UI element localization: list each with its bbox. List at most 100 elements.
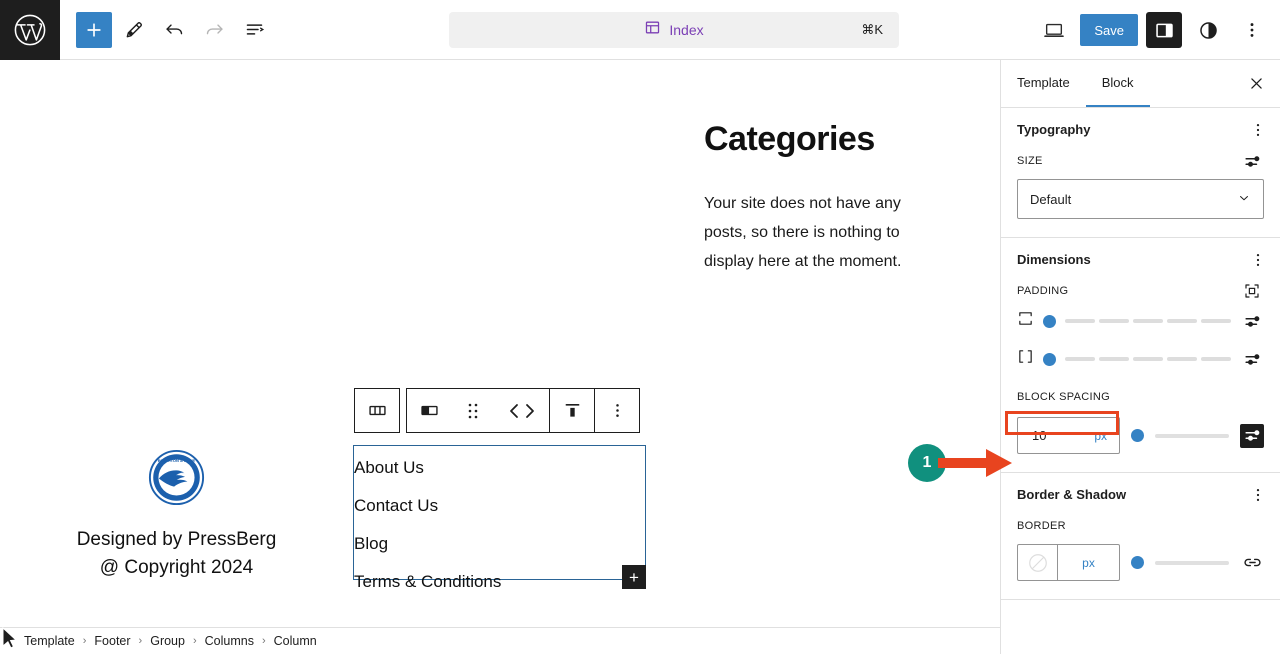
annotation-arrow-icon: [938, 448, 1013, 483]
document-title-bar[interactable]: Index ⌘K: [449, 12, 899, 48]
block-spacing-tools-icon[interactable]: [1240, 423, 1264, 448]
document-title: Index: [669, 22, 704, 38]
wordpress-site-editor: Index ⌘K Save Categories Your site does …: [0, 0, 1280, 654]
padding-label-row: PADDING: [1017, 281, 1264, 301]
editor-canvas: Categories Your site does not have any p…: [0, 60, 1000, 627]
sidebar-toggle-icon[interactable]: [1146, 12, 1182, 48]
border-unit[interactable]: px: [1058, 545, 1119, 580]
drag-dots-icon[interactable]: [451, 389, 495, 432]
settings-sidebar: Template Block Typography SIZE Default D…: [1000, 60, 1280, 654]
block-inserter-button[interactable]: [76, 11, 112, 48]
border-label: BORDER: [1017, 520, 1066, 532]
breadcrumb-item-footer[interactable]: Footer: [94, 634, 130, 648]
breadcrumb-separator: ›: [261, 635, 266, 647]
categories-heading: Categories: [704, 120, 875, 158]
block-spacing-label: BLOCK SPACING: [1017, 391, 1110, 403]
size-settings-sliders-icon[interactable]: [1240, 149, 1264, 173]
breadcrumb-item-template[interactable]: Template: [24, 634, 75, 648]
font-size-value: Default: [1030, 191, 1072, 207]
command-shortcut: ⌘K: [861, 22, 883, 37]
slider-segment: [1099, 319, 1129, 323]
footer-link-blog[interactable]: Blog: [354, 535, 388, 552]
editor-options-icon[interactable]: [1234, 12, 1270, 48]
padding-sides-icon[interactable]: [1240, 279, 1264, 303]
block-spacing-row: 10 px: [1017, 417, 1264, 454]
block-spacing-unit[interactable]: px: [1094, 429, 1107, 443]
padding-vertical-icon: [1017, 310, 1034, 332]
breadcrumb-item-column[interactable]: Column: [274, 634, 317, 648]
sidebar-tabs: Template Block: [1001, 60, 1280, 108]
add-block-button[interactable]: +: [622, 565, 646, 589]
top-bar-tools: [60, 11, 272, 48]
slider-segment: [1065, 319, 1095, 323]
document-overview-button[interactable]: [236, 12, 272, 48]
categories-empty-text: Your site does not have any posts, so th…: [704, 195, 902, 270]
dimensions-title: Dimensions: [1017, 252, 1091, 267]
dimensions-options-icon[interactable]: [1246, 248, 1270, 272]
edit-tool-button[interactable]: [116, 12, 152, 48]
slider-segment: [1065, 357, 1095, 361]
typography-section: Typography SIZE Default: [1001, 108, 1280, 238]
padding-horizontal-row: [1017, 347, 1264, 371]
mouse-cursor: [2, 626, 18, 654]
border-controls-row: px: [1017, 544, 1264, 581]
border-options-icon[interactable]: [1246, 483, 1270, 507]
slider-segment: [1133, 357, 1163, 361]
link-sides-icon[interactable]: [1240, 551, 1264, 575]
tab-template[interactable]: Template: [1001, 60, 1086, 107]
align-top-icon[interactable]: [550, 389, 594, 432]
border-slider-track[interactable]: [1155, 560, 1229, 565]
redo-button[interactable]: [196, 12, 232, 48]
block-spacing-label-row: BLOCK SPACING: [1017, 387, 1264, 407]
footer-link-about-us[interactable]: About Us: [354, 459, 424, 476]
save-button[interactable]: Save: [1080, 14, 1138, 46]
block-options-icon[interactable]: [595, 389, 639, 432]
block-toolbar: [354, 388, 640, 433]
selected-column-block[interactable]: About Us Contact Us Blog Terms & Conditi…: [353, 445, 646, 590]
left-right-arrows-icon[interactable]: [495, 389, 549, 432]
column-block-icon[interactable]: [407, 389, 451, 432]
padding-vertical-slider-thumb[interactable]: [1043, 314, 1056, 328]
desktop-preview-icon[interactable]: [1036, 12, 1072, 48]
typography-options-icon[interactable]: [1246, 118, 1270, 142]
dimensions-section: Dimensions PADDING BLOCK SPACING 10 px: [1001, 238, 1280, 473]
font-size-select[interactable]: Default: [1017, 179, 1264, 219]
chevron-down-icon: [1237, 191, 1251, 208]
padding-horizontal-tools-icon[interactable]: [1240, 347, 1264, 371]
no-color-swatch-icon[interactable]: [1018, 545, 1058, 580]
slider-segment: [1201, 319, 1231, 323]
slider-segment: [1099, 357, 1129, 361]
breadcrumb-separator: ›: [82, 635, 87, 647]
svg-text:BRIGHTON & HOVE: BRIGHTON & HOVE: [158, 458, 196, 463]
contrast-styles-icon[interactable]: [1190, 12, 1226, 48]
size-label-row: SIZE: [1017, 151, 1264, 171]
tab-block[interactable]: Block: [1085, 60, 1150, 107]
columns-block-icon[interactable]: [355, 389, 399, 432]
padding-vertical-row: [1017, 309, 1264, 333]
footer-link-terms[interactable]: Terms & Conditions: [354, 573, 501, 590]
border-shadow-title: Border & Shadow: [1017, 487, 1127, 502]
site-logo-seagull-icon[interactable]: BRIGHTON & HOVE ALBION: [148, 449, 205, 506]
typography-title: Typography: [1017, 122, 1091, 137]
border-input-group[interactable]: px: [1017, 544, 1120, 581]
block-spacing-input[interactable]: 10 px: [1017, 417, 1120, 454]
close-sidebar-icon[interactable]: [1240, 68, 1272, 100]
template-layout-icon: [644, 19, 661, 41]
padding-horizontal-slider-thumb[interactable]: [1043, 352, 1056, 366]
block-spacing-slider-thumb[interactable]: [1131, 429, 1144, 442]
padding-vertical-tools-icon[interactable]: [1240, 309, 1264, 333]
breadcrumb-item-group[interactable]: Group: [150, 634, 185, 648]
wordpress-logo-icon[interactable]: [0, 0, 60, 60]
undo-button[interactable]: [156, 12, 192, 48]
breadcrumb: Template › Footer › Group › Columns › Co…: [0, 627, 1000, 654]
breadcrumb-item-columns[interactable]: Columns: [205, 634, 254, 648]
padding-horizontal-slider-track[interactable]: [1065, 357, 1231, 361]
breadcrumb-separator: ›: [192, 635, 197, 647]
padding-vertical-slider-track[interactable]: [1065, 319, 1231, 323]
border-slider-thumb[interactable]: [1131, 556, 1144, 569]
footer-link-contact-us[interactable]: Contact Us: [354, 497, 438, 514]
editor-top-bar: Index ⌘K Save: [0, 0, 1280, 60]
slider-segment: [1133, 319, 1163, 323]
block-spacing-slider-track[interactable]: [1155, 433, 1229, 438]
block-actions-group: [406, 388, 640, 433]
